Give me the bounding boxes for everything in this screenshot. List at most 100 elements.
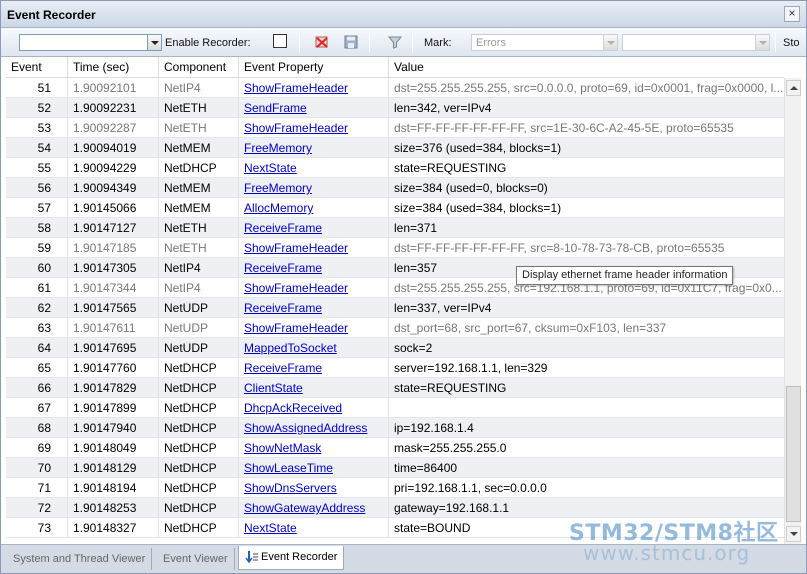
- cell-event-property: ReceiveFrame: [239, 258, 389, 278]
- table-row[interactable]: 52 1.90092231 NetETH SendFrame len=342, ver=…: [6, 98, 784, 118]
- cell-component: NetIP4: [159, 278, 239, 298]
- column-header-time[interactable]: Time (sec): [68, 57, 159, 78]
- event-recorder-window: Event Recorder × Enable Recorder: Mark: …: [0, 0, 807, 574]
- table-row[interactable]: 58 1.90147127 NetETH ReceiveFrame len=371: [6, 218, 784, 238]
- column-header-value[interactable]: Value: [389, 57, 784, 78]
- event-property-link[interactable]: ReceiveFrame: [244, 301, 322, 315]
- table-row[interactable]: 68 1.90147940 NetDHCP ShowAssignedAddress ip…: [6, 418, 784, 438]
- chevron-down-icon[interactable]: [755, 35, 769, 50]
- cell-component: NetETH: [159, 218, 239, 238]
- event-property-link[interactable]: ShowNetMask: [244, 441, 321, 455]
- table-row[interactable]: 70 1.90148129 NetDHCP ShowLeaseTime time=864…: [6, 458, 784, 478]
- stop-button[interactable]: Sto: [783, 37, 800, 49]
- close-button[interactable]: ×: [784, 6, 800, 22]
- cell-value: server=192.168.1.1, len=329: [394, 361, 548, 375]
- event-property-link[interactable]: FreeMemory: [244, 181, 312, 195]
- event-property-link[interactable]: NextState: [244, 161, 297, 175]
- cell-event: 63: [6, 318, 68, 338]
- cell-event: 66: [6, 378, 68, 398]
- table-row[interactable]: 53 1.90092287 NetETH ShowFrameHeader dst=FF-…: [6, 118, 784, 138]
- cell-component: NetDHCP: [159, 358, 239, 378]
- event-property-link[interactable]: ShowDnsServers: [244, 481, 337, 495]
- table-row[interactable]: 51 1.90092101 NetIP4 ShowFrameHeader dst=255…: [6, 78, 784, 98]
- event-property-link[interactable]: MappedToSocket: [244, 341, 337, 355]
- chevron-down-icon[interactable]: [603, 35, 617, 50]
- table-row[interactable]: 63 1.90147611 NetUDP ShowFrameHeader dst_por…: [6, 318, 784, 338]
- cell-event-property: ClientState: [239, 378, 389, 398]
- vertical-scrollbar[interactable]: [784, 78, 801, 544]
- column-header-event[interactable]: Event: [6, 57, 68, 78]
- column-header-event-property[interactable]: Event Property: [239, 57, 389, 78]
- event-property-link[interactable]: SendFrame: [244, 101, 307, 115]
- cell-event: 64: [6, 338, 68, 358]
- event-property-link[interactable]: ShowFrameHeader: [244, 81, 348, 95]
- cell-value: state=REQUESTING: [394, 161, 507, 175]
- event-property-link[interactable]: ShowFrameHeader: [244, 121, 348, 135]
- enable-recorder-label: Enable Recorder:: [165, 37, 251, 49]
- tab-system-and-thread-viewer[interactable]: System and Thread Viewer: [7, 548, 153, 570]
- filter-icon[interactable]: [387, 34, 403, 50]
- cell-event-property: ShowNetMask: [239, 438, 389, 458]
- event-property-link[interactable]: ClientState: [244, 381, 303, 395]
- table-row[interactable]: 62 1.90147565 NetUDP ReceiveFrame len=337, v…: [6, 298, 784, 318]
- cell-event: 61: [6, 278, 68, 298]
- event-property-link[interactable]: ShowLeaseTime: [244, 461, 333, 475]
- event-property-link[interactable]: ShowFrameHeader: [244, 241, 348, 255]
- event-property-link[interactable]: ShowFrameHeader: [244, 281, 348, 295]
- event-property-link[interactable]: ReceiveFrame: [244, 361, 322, 375]
- table-row[interactable]: 59 1.90147185 NetETH ShowFrameHeader dst=FF-…: [6, 238, 784, 258]
- cell-value: len=371: [394, 221, 438, 235]
- event-property-link[interactable]: ShowGatewayAddress: [244, 501, 365, 515]
- cell-event-property: SendFrame: [239, 98, 389, 118]
- cell-event: 73: [6, 518, 68, 538]
- cell-event-property: DhcpAckReceived: [239, 398, 389, 418]
- cell-event-property: ShowGatewayAddress: [239, 498, 389, 518]
- cell-event-property: ShowDnsServers: [239, 478, 389, 498]
- enable-recorder-checkbox[interactable]: [273, 34, 287, 48]
- table-row[interactable]: 69 1.90148049 NetDHCP ShowNetMask mask=255.2…: [6, 438, 784, 458]
- cell-event-property: ReceiveFrame: [239, 218, 389, 238]
- scroll-up-button[interactable]: [786, 80, 801, 96]
- event-property-link[interactable]: ShowAssignedAddress: [244, 421, 367, 435]
- chevron-down-icon[interactable]: [147, 35, 161, 50]
- toolbar: Enable Recorder: Mark: Errors Sto: [1, 28, 806, 57]
- tab-event-viewer[interactable]: Event Viewer: [157, 548, 235, 570]
- cell-event: 56: [6, 178, 68, 198]
- cell-value: len=337, ver=IPv4: [394, 301, 492, 315]
- cell-event: 57: [6, 198, 68, 218]
- table-row[interactable]: 67 1.90147899 NetDHCP DhcpAckReceived: [6, 398, 784, 418]
- mark-combo[interactable]: Errors: [471, 34, 618, 51]
- tab-event-recorder[interactable]: Event Recorder: [238, 546, 345, 570]
- table-row[interactable]: 71 1.90148194 NetDHCP ShowDnsServers pri=192…: [6, 478, 784, 498]
- filter-combo[interactable]: [19, 34, 162, 51]
- cell-event: 53: [6, 118, 68, 138]
- mark-secondary-combo[interactable]: [622, 34, 770, 51]
- table-row[interactable]: 64 1.90147695 NetUDP MappedToSocket sock=2: [6, 338, 784, 358]
- event-property-link[interactable]: AllocMemory: [244, 201, 313, 215]
- cell-event: 69: [6, 438, 68, 458]
- event-property-link[interactable]: FreeMemory: [244, 141, 312, 155]
- cell-event: 52: [6, 98, 68, 118]
- table-row[interactable]: 54 1.90094019 NetMEM FreeMemory size=376 (us…: [6, 138, 784, 158]
- cell-time: 1.90147611: [68, 318, 159, 338]
- table-row[interactable]: 56 1.90094349 NetMEM FreeMemory size=384 (us…: [6, 178, 784, 198]
- save-icon[interactable]: [343, 34, 359, 50]
- event-property-link[interactable]: NextState: [244, 521, 297, 535]
- scroll-thumb[interactable]: [786, 386, 801, 522]
- event-recorder-icon: [245, 551, 258, 564]
- event-property-link[interactable]: ReceiveFrame: [244, 221, 322, 235]
- table-row[interactable]: 57 1.90145066 NetMEM AllocMemory size=384 (u…: [6, 198, 784, 218]
- scroll-down-button[interactable]: [786, 526, 801, 542]
- tooltip: Display ethernet frame header informatio…: [516, 266, 734, 285]
- cell-time: 1.90148049: [68, 438, 159, 458]
- event-property-link[interactable]: ShowFrameHeader: [244, 321, 348, 335]
- table-row[interactable]: 65 1.90147760 NetDHCP ReceiveFrame server=19…: [6, 358, 784, 378]
- event-property-link[interactable]: DhcpAckReceived: [244, 401, 342, 415]
- clear-icon[interactable]: [314, 34, 330, 50]
- table-row[interactable]: 66 1.90147829 NetDHCP ClientState state=REQU…: [6, 378, 784, 398]
- event-property-link[interactable]: ReceiveFrame: [244, 261, 322, 275]
- cell-value: dst=255.255.255.255, src=0.0.0.0, proto=…: [394, 81, 784, 95]
- column-header-component[interactable]: Component: [159, 57, 239, 78]
- table-row[interactable]: 55 1.90094229 NetDHCP NextState state=REQUES…: [6, 158, 784, 178]
- cell-component: NetDHCP: [159, 498, 239, 518]
